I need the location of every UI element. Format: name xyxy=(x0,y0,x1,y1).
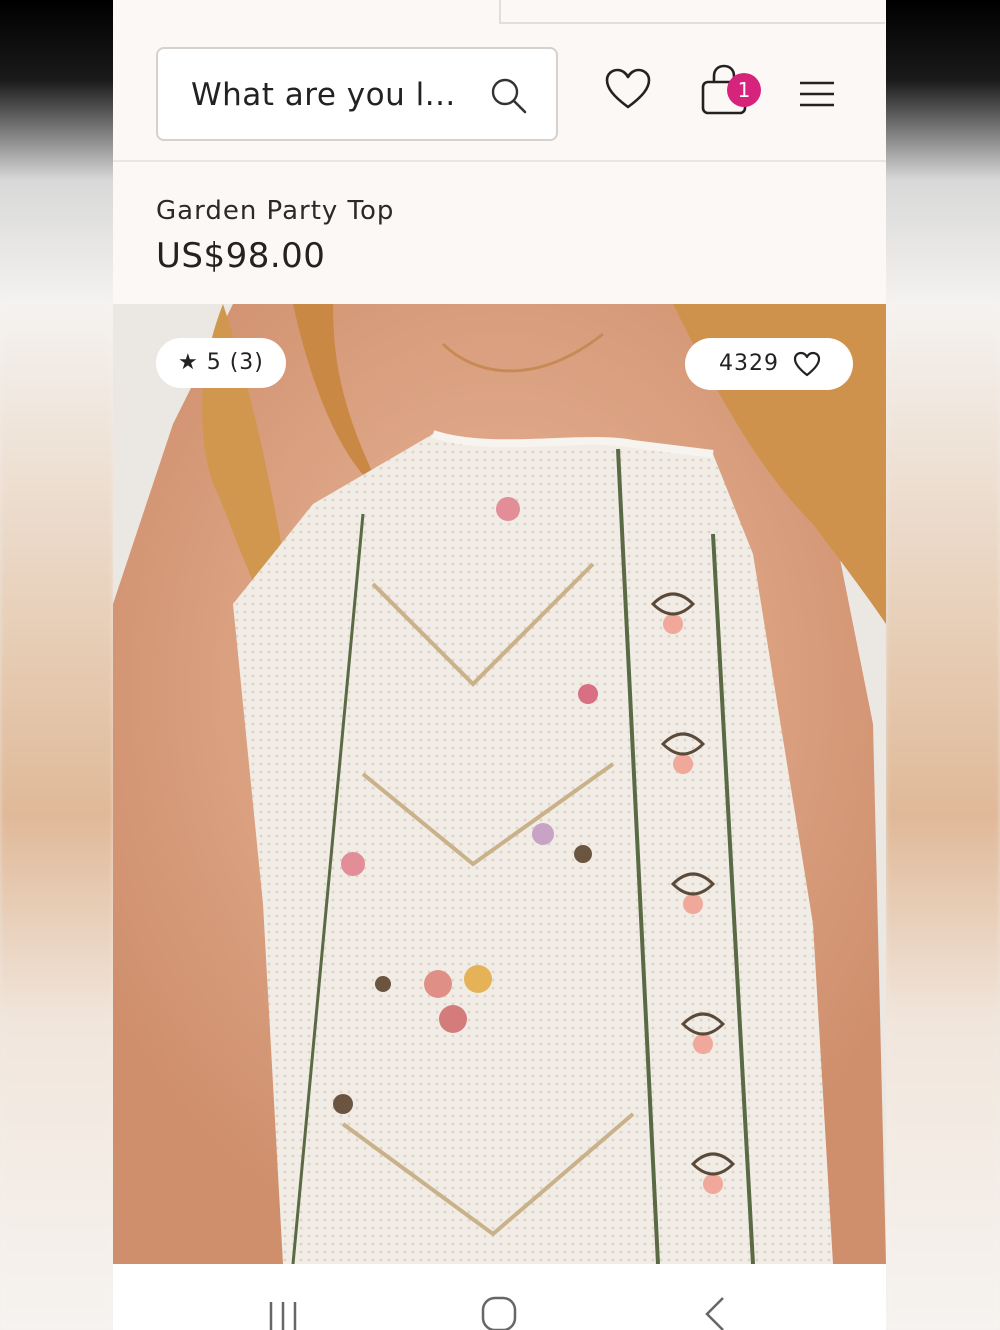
top-tab-outline xyxy=(499,0,885,24)
header: What are you l... 1 xyxy=(113,24,886,162)
product-price: US$98.00 xyxy=(156,236,326,276)
likes-button[interactable]: 4329 xyxy=(685,338,853,390)
heart-icon[interactable] xyxy=(605,68,651,110)
heart-outline-icon xyxy=(793,351,821,377)
search-input[interactable]: What are you l... xyxy=(156,47,558,141)
product-info: Garden Party Top US$98.00 xyxy=(156,196,394,276)
system-nav-bar xyxy=(113,1264,886,1330)
search-icon[interactable] xyxy=(490,77,528,115)
product-title: Garden Party Top xyxy=(156,196,395,226)
rating-badge[interactable]: ★ 5 (3) xyxy=(156,338,286,388)
recent-apps-icon[interactable] xyxy=(265,1298,301,1330)
hamburger-menu-icon[interactable] xyxy=(799,80,835,108)
home-icon[interactable] xyxy=(481,1296,517,1330)
search-placeholder: What are you l... xyxy=(191,77,456,113)
blurred-background-right xyxy=(886,300,1000,1330)
product-photo-illustration xyxy=(113,304,886,1264)
cart-count-badge: 1 xyxy=(727,73,761,107)
phone-screen: What are you l... 1 Garden Party Top US$… xyxy=(113,0,886,1330)
back-icon[interactable] xyxy=(703,1296,727,1330)
likes-count: 4329 xyxy=(719,351,779,376)
product-image[interactable]: ★ 5 (3) 4329 xyxy=(113,304,886,1264)
blurred-background-left xyxy=(0,300,113,1330)
